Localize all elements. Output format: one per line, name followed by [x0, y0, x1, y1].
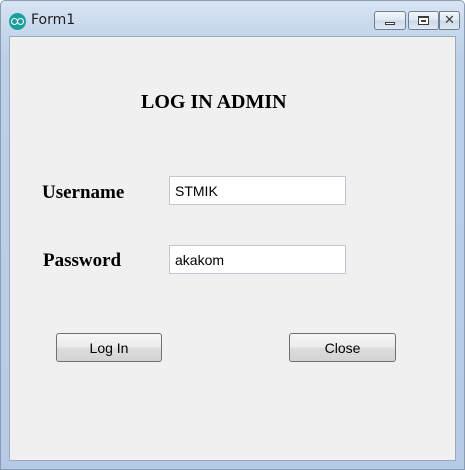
- window-title: Form1: [31, 12, 76, 28]
- maximize-icon: [418, 16, 429, 25]
- app-icon: [9, 13, 26, 30]
- page-title: LOG IN ADMIN: [141, 91, 287, 113]
- form-window: Form1 ✕ LOG IN ADMIN Username Password L…: [0, 0, 465, 470]
- login-button[interactable]: Log In: [56, 333, 162, 362]
- minimize-button[interactable]: [374, 11, 406, 30]
- title-bar[interactable]: Form1 ✕: [1, 1, 464, 35]
- password-label: Password: [43, 250, 122, 271]
- minimize-icon: [385, 22, 395, 25]
- window-close-button[interactable]: ✕: [439, 11, 460, 30]
- maximize-button[interactable]: [408, 11, 439, 30]
- username-field[interactable]: [169, 176, 346, 205]
- username-label: Username: [42, 182, 125, 203]
- close-icon: ✕: [444, 13, 455, 28]
- close-button[interactable]: Close: [289, 333, 396, 362]
- password-field[interactable]: [169, 245, 346, 274]
